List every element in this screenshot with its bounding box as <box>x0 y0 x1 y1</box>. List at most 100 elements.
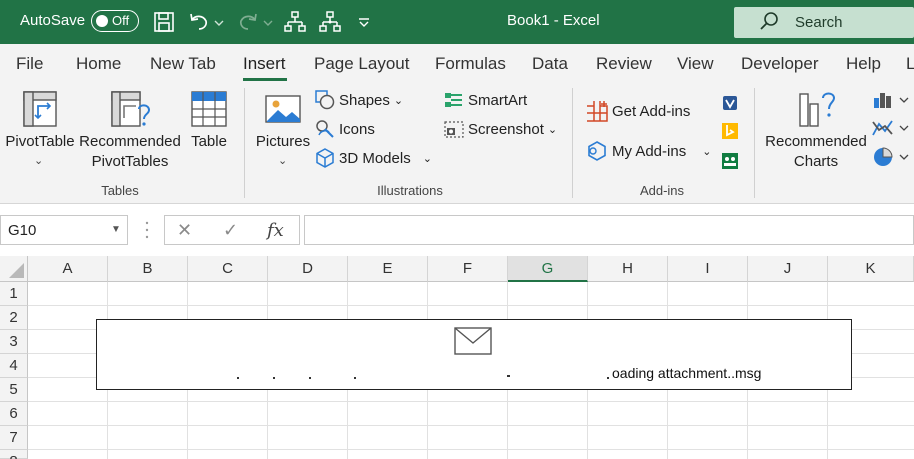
row-header[interactable]: 7 <box>0 426 28 450</box>
table-label[interactable]: Table <box>184 132 234 152</box>
column-header[interactable]: E <box>348 256 428 282</box>
column-header[interactable]: D <box>268 256 348 282</box>
row-header[interactable]: 3 <box>0 330 28 354</box>
ribbon-tabs: File Home New Tab Insert Page Layout For… <box>0 44 914 82</box>
redo-dropdown-icon <box>261 10 275 34</box>
shapes-button[interactable]: Shapes ⌄ <box>315 88 403 112</box>
autosave-label: AutoSave <box>20 12 86 29</box>
column-header[interactable]: K <box>828 256 914 282</box>
formula-actions: ✕ ✓ fx <box>164 215 300 245</box>
gridline <box>28 425 914 426</box>
icons-button[interactable]: Icons <box>315 117 375 141</box>
row-header[interactable]: 1 <box>0 282 28 306</box>
pie-chart-icon[interactable] <box>872 146 912 168</box>
tab-review[interactable]: Review <box>596 54 652 74</box>
my-addins-caret-icon: ⌄ <box>702 145 712 158</box>
table-icon[interactable] <box>190 90 228 128</box>
name-box[interactable]: G10 ▼ <box>0 215 128 245</box>
autosave-state: Off <box>112 13 130 28</box>
tab-developer[interactable]: Developer <box>741 54 819 74</box>
column-chart-icon[interactable] <box>872 90 912 110</box>
screenshot-button[interactable]: Screenshot ⌄ <box>444 117 557 141</box>
visio-icon[interactable] <box>721 94 739 112</box>
separator <box>572 88 573 198</box>
gridline <box>28 449 914 450</box>
my-addins-button[interactable]: My Add-ins ⌄ <box>586 139 711 163</box>
tab-view[interactable]: View <box>677 54 714 74</box>
gridline <box>28 401 914 402</box>
gridline <box>28 305 914 306</box>
icons-icon <box>316 120 334 138</box>
insert-function-icon[interactable]: fx <box>267 220 284 241</box>
customize-qat-icon[interactable] <box>355 10 373 34</box>
cube-icon <box>316 148 334 168</box>
recommended-charts-label-1[interactable]: Recommended <box>764 132 868 152</box>
recommended-pivottables-label-2[interactable]: PivotTables <box>79 152 181 172</box>
redo-icon <box>236 10 260 34</box>
pictures-icon[interactable] <box>264 94 302 124</box>
tab-formulas[interactable]: Formulas <box>435 54 506 74</box>
column-header[interactable]: A <box>28 256 108 282</box>
line-chart-icon[interactable] <box>872 118 912 138</box>
select-all-corner[interactable] <box>0 256 28 282</box>
autosave-toggle[interactable]: Off <box>91 10 139 32</box>
row-header[interactable]: 5 <box>0 378 28 402</box>
hierarchy-icon[interactable] <box>318 10 342 34</box>
pictures-label[interactable]: Pictures <box>254 132 312 152</box>
3d-models-caret-icon: ⌄ <box>422 152 432 165</box>
recommended-pivottables-label-1[interactable]: Recommended <box>79 132 181 152</box>
formula-input[interactable] <box>304 215 914 245</box>
tab-home[interactable]: Home <box>76 54 121 74</box>
people-graph-icon[interactable] <box>721 152 739 170</box>
column-header[interactable]: F <box>428 256 508 282</box>
column-header[interactable]: H <box>588 256 668 282</box>
artifact-dot <box>607 377 609 379</box>
title-bar: AutoSave Off Book1 - Excel Search <box>0 0 914 44</box>
tab-overflow[interactable]: L <box>906 54 914 74</box>
separator <box>754 88 755 198</box>
undo-icon[interactable] <box>187 10 211 34</box>
row-header[interactable]: 8 <box>0 450 28 459</box>
artifact-dot <box>507 375 510 377</box>
recommended-pivottables-icon[interactable] <box>110 90 152 130</box>
embedded-attachment[interactable]: oading attachment..msg <box>96 319 852 390</box>
artifact-dot <box>354 377 356 379</box>
org-chart-icon[interactable] <box>283 10 307 34</box>
enter-icon[interactable]: ✓ <box>223 220 238 241</box>
get-addins-button[interactable]: Get Add-ins <box>586 99 690 123</box>
tab-file[interactable]: File <box>16 54 43 74</box>
pivottable-label[interactable]: PivotTable <box>5 132 75 152</box>
excel-window: AutoSave Off Book1 - Excel Search File H… <box>0 0 914 459</box>
screenshot-caret-icon: ⌄ <box>547 123 558 136</box>
row-header[interactable]: 2 <box>0 306 28 330</box>
pivottable-icon[interactable] <box>22 90 58 128</box>
tab-help[interactable]: Help <box>846 54 881 74</box>
recommended-charts-label-2[interactable]: Charts <box>764 152 868 172</box>
tab-insert[interactable]: Insert <box>243 54 286 74</box>
pictures-caret-icon[interactable]: ⌄ <box>278 154 287 167</box>
row-header[interactable]: 4 <box>0 354 28 378</box>
undo-dropdown-icon[interactable] <box>212 10 226 34</box>
3d-models-button[interactable]: 3D Models ⌄ <box>315 146 432 170</box>
column-header[interactable]: J <box>748 256 828 282</box>
pivottable-caret-icon[interactable]: ⌄ <box>34 154 43 167</box>
save-icon[interactable] <box>152 10 176 34</box>
bing-icon[interactable] <box>721 122 739 140</box>
search-box[interactable]: Search <box>734 7 914 38</box>
row-header[interactable]: 6 <box>0 402 28 426</box>
column-header[interactable]: B <box>108 256 188 282</box>
formula-bar-resize-handle[interactable] <box>145 219 149 241</box>
cancel-icon[interactable]: ✕ <box>177 220 192 241</box>
tab-data[interactable]: Data <box>532 54 568 74</box>
screenshot-label: Screenshot <box>468 120 544 138</box>
column-header-active[interactable]: G <box>508 256 588 282</box>
name-box-value: G10 <box>8 222 37 239</box>
tab-page-layout[interactable]: Page Layout <box>314 54 409 74</box>
smartart-button[interactable]: SmartArt <box>444 88 527 112</box>
column-header[interactable]: I <box>668 256 748 282</box>
tab-new-tab[interactable]: New Tab <box>150 54 216 74</box>
column-header[interactable]: C <box>188 256 268 282</box>
recommended-charts-icon[interactable] <box>796 90 838 130</box>
name-box-caret-icon[interactable]: ▼ <box>111 224 121 235</box>
smartart-label: SmartArt <box>468 91 528 109</box>
